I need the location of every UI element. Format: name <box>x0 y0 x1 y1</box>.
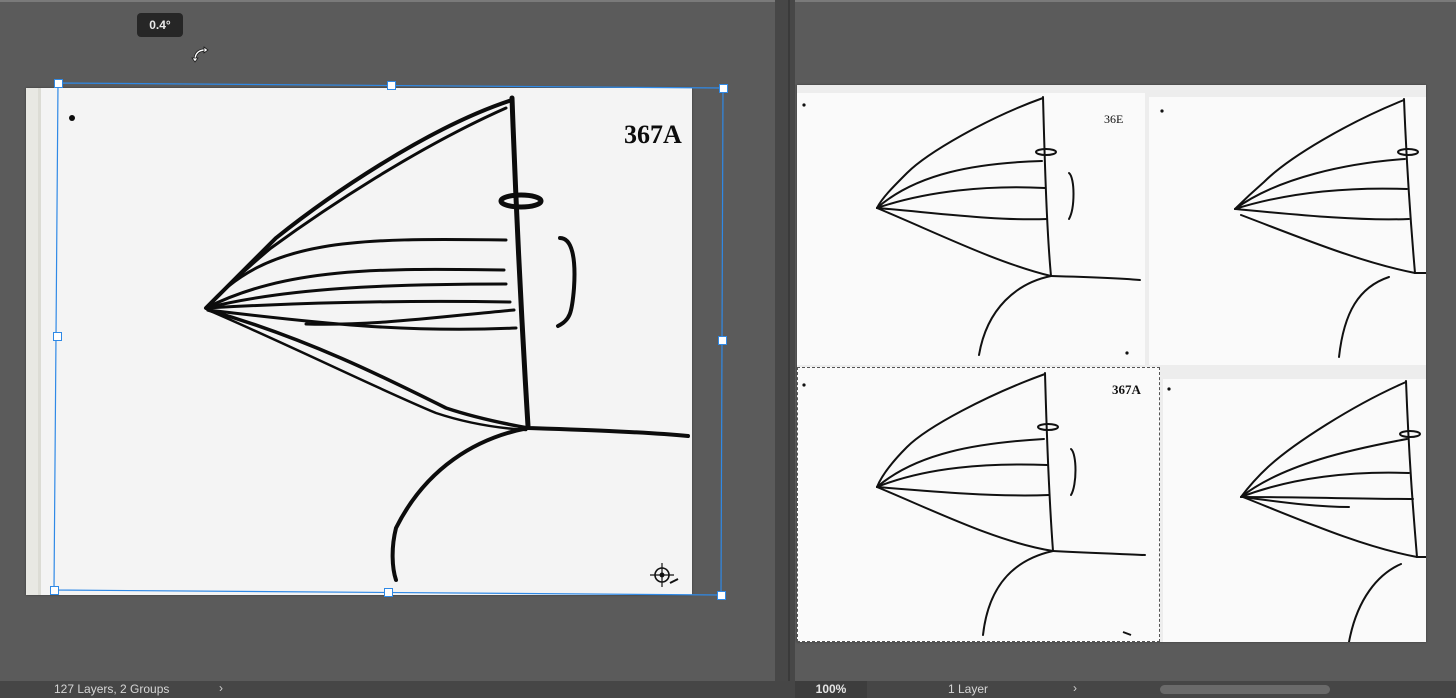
transform-handle-right[interactable] <box>718 336 727 345</box>
layers-info: 127 Layers, 2 Groups <box>54 682 170 696</box>
sketch-tile-2[interactable] <box>1149 97 1426 365</box>
status-chevron-right-icon-right[interactable]: › <box>1073 681 1077 695</box>
divider-line <box>788 0 790 698</box>
sketch-drawing-tile-2 <box>1160 98 1426 358</box>
transform-handle-bottom-left[interactable] <box>50 586 59 595</box>
top-strip <box>0 0 775 2</box>
rotation-angle-badge: 0.4° <box>137 13 183 37</box>
sketch-tile-1[interactable]: 36E <box>797 93 1145 365</box>
transform-handle-left[interactable] <box>53 332 62 341</box>
top-strip-right <box>795 0 1456 2</box>
crosshair-icon <box>650 563 679 587</box>
sketch-drawing-tile-1: 36E <box>802 96 1141 356</box>
transform-handle-bottom-right[interactable] <box>717 591 726 600</box>
rotate-cursor-icon <box>190 44 212 66</box>
sketch-tile-4[interactable] <box>1163 379 1426 642</box>
page-note-label: 367A <box>624 120 682 149</box>
tile-note-1: 36E <box>1104 112 1123 126</box>
sketch-drawing-tile-4 <box>1167 380 1426 642</box>
left-document[interactable]: 367A <box>26 88 692 595</box>
sketch-tile-3-selected[interactable]: 367A <box>797 367 1160 642</box>
horizontal-scrollbar[interactable] <box>1160 685 1330 694</box>
tile-note-3: 367A <box>1112 382 1142 397</box>
split-divider[interactable] <box>775 0 795 698</box>
sketch-drawing-tile-3: 367A <box>802 372 1146 636</box>
layer-count: 1 Layer <box>948 682 989 696</box>
transform-handle-top[interactable] <box>387 81 396 90</box>
sketch-drawing: 367A <box>26 88 690 595</box>
transform-handle-top-right[interactable] <box>719 84 728 93</box>
zoom-field[interactable]: 100% <box>795 681 867 698</box>
status-chevron-right-icon-left[interactable]: › <box>219 681 223 695</box>
transform-handle-bottom[interactable] <box>384 588 393 597</box>
transform-handle-top-left[interactable] <box>54 79 63 88</box>
right-document[interactable]: 36E 367A <box>797 85 1426 642</box>
status-bar: 127 Layers, 2 Groups › 100% 1 Layer › <box>0 681 1456 698</box>
